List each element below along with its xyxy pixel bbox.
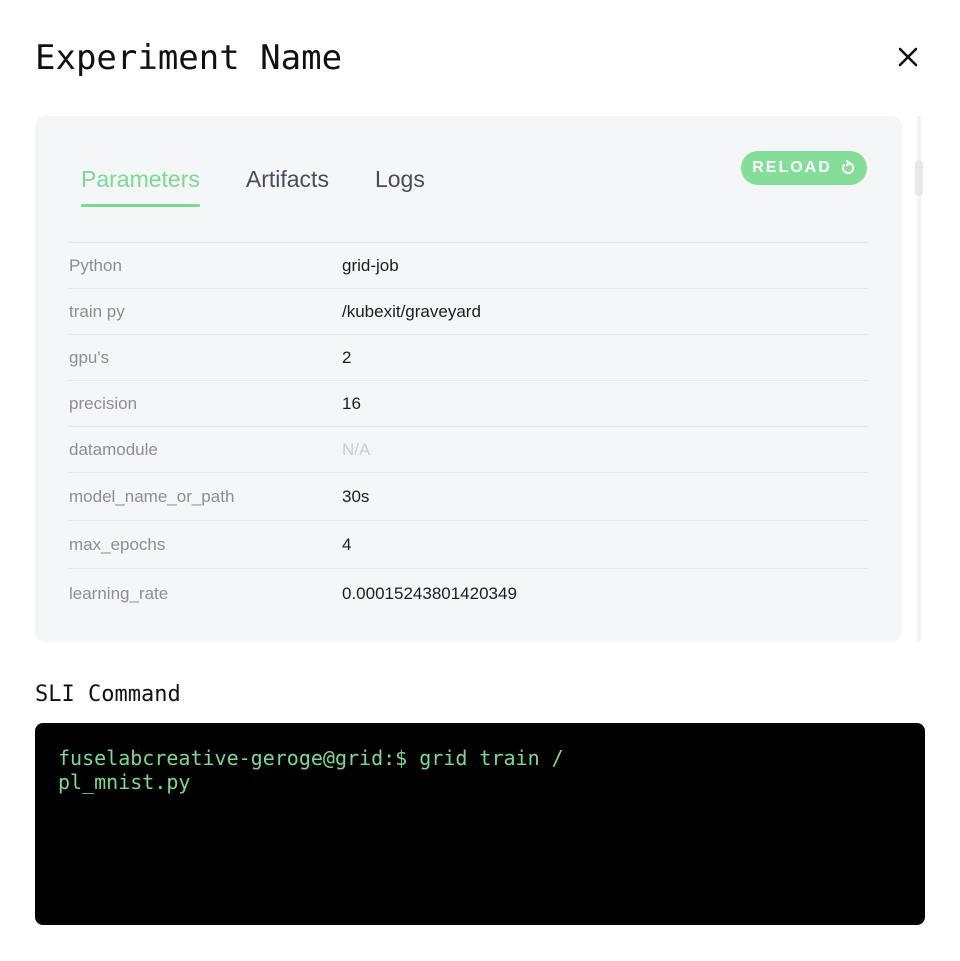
table-row: precision 16 [69, 380, 868, 426]
reload-button[interactable]: RELOAD [741, 151, 867, 185]
table-row: max_epochs 4 [69, 520, 868, 568]
param-key: model_name_or_path [69, 486, 235, 506]
param-value: grid-job [342, 255, 399, 275]
table-row: model_name_or_path 30s [69, 472, 868, 520]
tab-artifacts[interactable]: Artifacts [246, 166, 329, 207]
tab-logs[interactable]: Logs [375, 166, 425, 207]
close-icon[interactable] [893, 42, 923, 72]
sli-command-label: SLI Command [35, 682, 181, 707]
terminal-command: fuselabcreative-geroge@grid:$ grid train… [58, 746, 564, 794]
param-key: precision [69, 393, 138, 413]
scrollbar-thumb[interactable] [915, 160, 923, 196]
refresh-icon [841, 160, 854, 174]
table-row: learning_rate 0.00015243801420349 [69, 568, 868, 618]
param-value: 30s [342, 486, 370, 506]
reload-label: RELOAD [752, 159, 832, 176]
param-key: max_epochs [69, 534, 166, 554]
param-value: 16 [342, 393, 361, 413]
tab-parameters[interactable]: Parameters [81, 166, 200, 207]
param-key: train py [69, 301, 125, 321]
table-row: datamodule N/A [69, 426, 868, 472]
table-row: gpu's 2 [69, 334, 868, 380]
table-row: Python grid-job [69, 242, 868, 288]
param-value: /kubexit/graveyard [342, 301, 481, 321]
details-card: Parameters Artifacts Logs RELOAD Python … [35, 116, 902, 642]
param-value: 4 [342, 534, 352, 554]
param-value: 0.00015243801420349 [342, 583, 517, 603]
table-row: train py /kubexit/graveyard [69, 288, 868, 334]
modal-title: Experiment Name [35, 38, 343, 78]
param-value: 2 [342, 347, 352, 367]
terminal[interactable]: fuselabcreative-geroge@grid:$ grid train… [35, 723, 925, 925]
param-key: Python [69, 255, 122, 275]
param-value: N/A [342, 439, 371, 459]
param-key: datamodule [69, 439, 158, 459]
param-key: gpu's [69, 347, 110, 367]
close-button[interactable] [893, 42, 923, 72]
parameters-table: Python grid-job train py /kubexit/gravey… [69, 242, 868, 618]
param-key: learning_rate [69, 583, 169, 603]
tab-bar: Parameters Artifacts Logs [81, 166, 471, 207]
